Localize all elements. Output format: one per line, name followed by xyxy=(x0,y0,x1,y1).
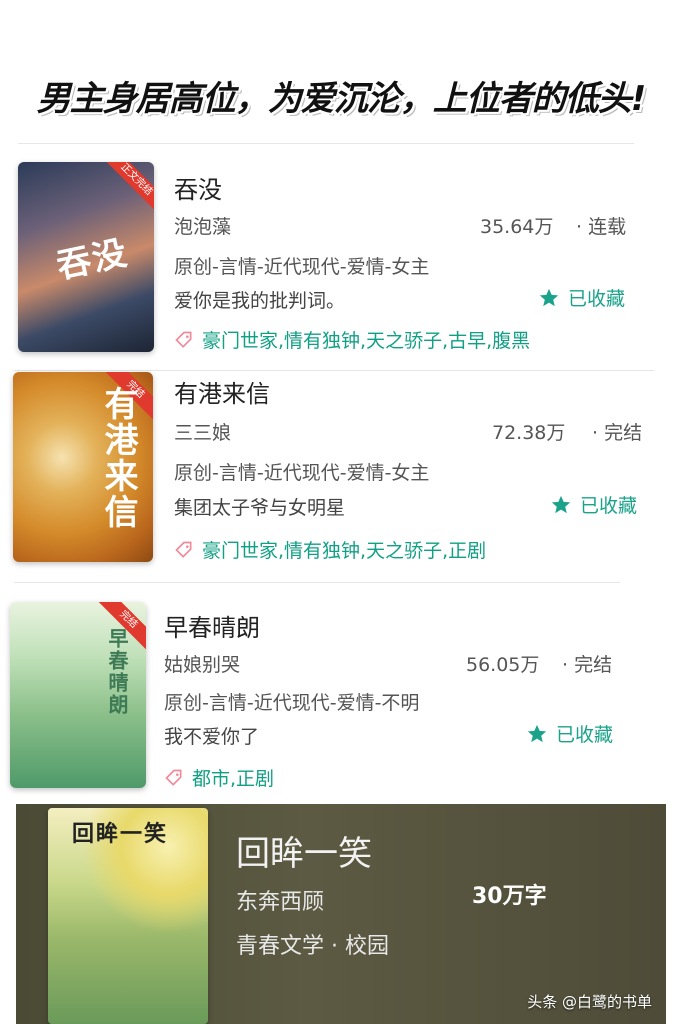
header-banner: 男主身居高位，为爱沉沦，上位者的低头! xyxy=(0,62,682,128)
book-cover[interactable]: 回眸一笑 xyxy=(48,808,208,1024)
tag-list: 豪门世家,情有独钟,天之骄子,正剧 xyxy=(174,536,486,563)
divider xyxy=(14,582,620,583)
tag-list: 豪门世家,情有独钟,天之骄子,古早,腹黑 xyxy=(174,326,530,353)
book-intro: 集团太子爷与女明星 xyxy=(174,497,346,519)
book-intro: 我不爱你了 xyxy=(164,726,260,748)
star-icon xyxy=(527,724,547,742)
book-title[interactable]: 吞没 xyxy=(174,170,222,205)
collect-label: 已收藏 xyxy=(580,495,638,517)
collect-label: 已收藏 xyxy=(556,724,614,746)
tag-text[interactable]: 都市,正剧 xyxy=(192,764,274,791)
book-card-1[interactable]: 正文完结 吞没 吞没 泡泡藻 35.64万 · 连载 原创-言情-近代现代-爱情… xyxy=(0,150,682,360)
book-title[interactable]: 早春晴朗 xyxy=(164,608,260,643)
tag-icon xyxy=(165,769,182,786)
tag-text[interactable]: 豪门世家,情有独钟,天之骄子,正剧 xyxy=(202,536,486,563)
book-status: · 完结 xyxy=(562,654,613,676)
book-category: 原创-言情-近代现代-爱情-不明 xyxy=(164,692,420,714)
book-cover[interactable]: 完结 有港来信 xyxy=(13,372,153,562)
book-card-2[interactable]: 完结 有港来信 有港来信 三三娘 72.38万 · 完结 原创-言情-近代现代-… xyxy=(0,372,682,572)
book-status: · 连载 xyxy=(576,216,627,238)
book-cover[interactable]: 完结 早春晴朗 xyxy=(10,602,146,788)
book-card-3[interactable]: 完结 早春晴朗 早春晴朗 姑娘别哭 56.05万 · 完结 原创-言情-近代现代… xyxy=(0,596,682,796)
book-category: 原创-言情-近代现代-爱情-女主 xyxy=(174,462,430,484)
star-icon xyxy=(539,288,559,306)
book-author[interactable]: 姑娘别哭 xyxy=(164,650,240,677)
word-count: 30万字 xyxy=(472,884,547,909)
collect-button[interactable]: 已收藏 xyxy=(526,720,613,747)
watermark: 头条 @白鹭的书单 xyxy=(527,993,652,1011)
cover-art-title: 早春晴朗 xyxy=(105,628,129,716)
cover-ribbon: 正文完结 xyxy=(102,162,154,214)
cover-art-title: 有港来信 xyxy=(98,386,138,530)
banner-title: 男主身居高位，为爱沉沦，上位者的低头! xyxy=(36,78,647,119)
book-author[interactable]: 东奔西顾 xyxy=(236,884,324,916)
cover-art-title: 回眸一笑 xyxy=(72,821,169,847)
tag-icon xyxy=(175,541,192,558)
book-status: · 完结 xyxy=(592,422,643,444)
tag-list: 都市,正剧 xyxy=(164,764,274,791)
book-cover[interactable]: 正文完结 吞没 xyxy=(18,162,154,352)
book-author[interactable]: 泡泡藻 xyxy=(174,212,231,239)
tag-icon xyxy=(175,331,192,348)
book-title[interactable]: 有港来信 xyxy=(174,374,270,409)
divider xyxy=(14,370,654,371)
divider xyxy=(18,143,634,144)
word-count: 35.64万 xyxy=(480,216,554,238)
star-icon xyxy=(551,495,571,513)
book-title[interactable]: 回眸一笑 xyxy=(236,826,372,875)
collect-button[interactable]: 已收藏 xyxy=(538,284,625,311)
book-author[interactable]: 三三娘 xyxy=(174,418,231,445)
book-card-4[interactable]: 回眸一笑 回眸一笑 东奔西顾 30万字 青春文学 · 校园 头条 @白鹭的书单 xyxy=(16,804,666,1024)
collect-button[interactable]: 已收藏 xyxy=(550,491,637,518)
tag-text[interactable]: 豪门世家,情有独钟,天之骄子,古早,腹黑 xyxy=(202,326,530,353)
word-count: 72.38万 xyxy=(492,422,566,444)
book-intro: 爱你是我的批判词。 xyxy=(174,290,346,312)
collect-label: 已收藏 xyxy=(568,288,626,310)
cover-art-title: 吞没 xyxy=(53,232,133,287)
book-category: 原创-言情-近代现代-爱情-女主 xyxy=(174,256,430,278)
book-category: 青春文学 · 校园 xyxy=(236,934,389,959)
word-count: 56.05万 xyxy=(466,654,540,676)
